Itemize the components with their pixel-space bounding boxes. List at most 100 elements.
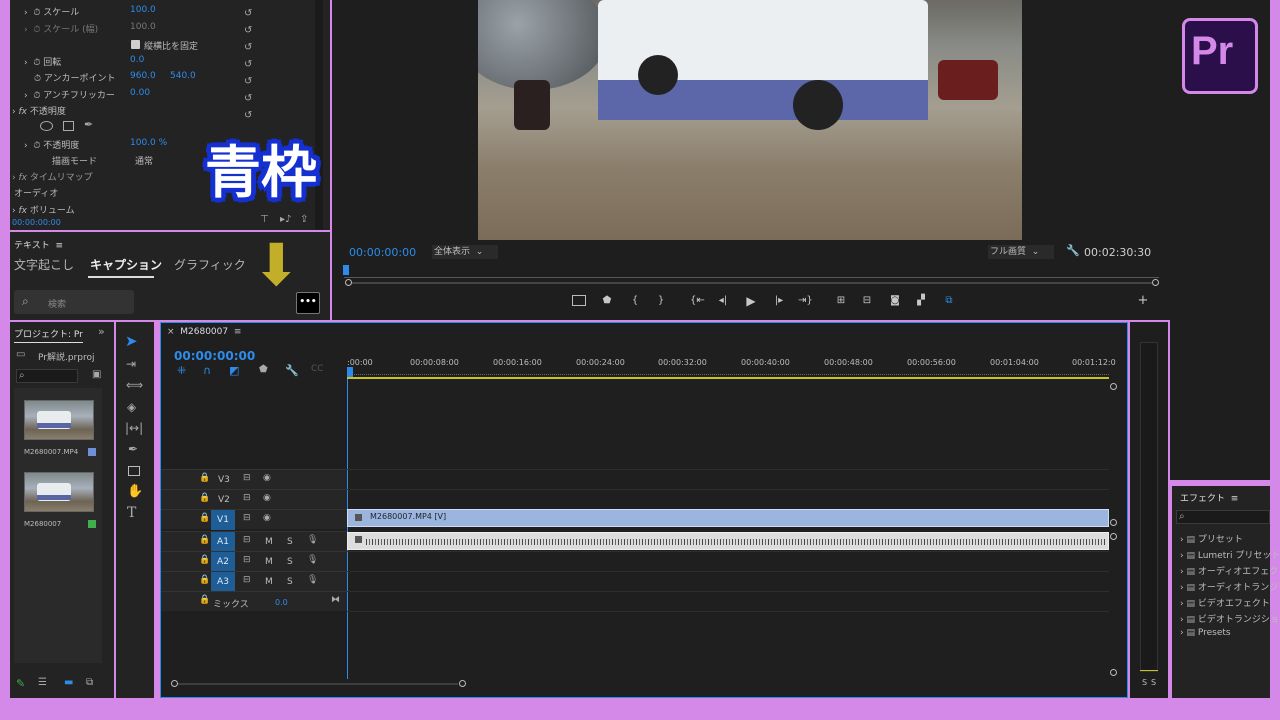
track-label[interactable]: V1: [211, 510, 235, 530]
video-clip[interactable]: M2680007.MP4 [V]: [347, 509, 1109, 527]
captions-icon[interactable]: CC: [311, 365, 324, 374]
project-search-input[interactable]: ⌕: [16, 369, 78, 383]
play-audio-icon[interactable]: ▸♪: [280, 215, 291, 225]
tab-captions[interactable]: キャプション: [90, 256, 162, 273]
sync-lock-icon[interactable]: ⊟: [243, 536, 251, 545]
track-label[interactable]: A1: [211, 532, 235, 552]
audio-clip[interactable]: [347, 532, 1109, 550]
rectangle-mask-icon[interactable]: [63, 121, 74, 131]
mark-in-icon[interactable]: {: [628, 294, 642, 308]
hscroll-handle-right[interactable]: [459, 680, 466, 687]
mute-button[interactable]: M: [265, 537, 273, 547]
track-header-v2[interactable]: 🔒 V2 ⊟ ◉: [161, 489, 347, 509]
filter-icon[interactable]: ⊤: [260, 215, 269, 225]
sync-lock-icon[interactable]: ⊟: [243, 514, 251, 523]
clip-thumbnail[interactable]: [24, 400, 94, 440]
solo-button[interactable]: S: [287, 537, 293, 547]
playhead[interactable]: [343, 265, 349, 275]
vscroll-handle[interactable]: [1110, 533, 1117, 540]
new-bin-icon[interactable]: ▣: [92, 370, 101, 380]
opacity-value[interactable]: 100.0 %: [130, 138, 167, 148]
panel-expand-icon[interactable]: »: [98, 326, 105, 337]
lock-icon[interactable]: 🔒: [199, 494, 210, 503]
freeform-view-icon[interactable]: ⧉: [86, 678, 93, 688]
hand-tool-icon[interactable]: ✋: [127, 485, 143, 498]
step-forward-icon[interactable]: |▸: [772, 294, 786, 308]
mix-value[interactable]: 0.0: [275, 598, 288, 607]
ellipse-mask-icon[interactable]: [40, 121, 53, 131]
sync-lock-icon[interactable]: ⊟: [243, 474, 251, 483]
mute-button[interactable]: M: [265, 557, 273, 567]
vr-video-icon[interactable]: ⧉: [942, 294, 956, 308]
sequence-thumbnail[interactable]: [24, 472, 94, 512]
effects-search-input[interactable]: ⌕: [1176, 510, 1270, 524]
razor-tool-icon[interactable]: ◈: [127, 401, 136, 413]
mute-button[interactable]: M: [265, 577, 273, 587]
effects-item[interactable]: › ▤ オーディオエフェクト: [1180, 564, 1280, 577]
solo-left[interactable]: S: [1142, 678, 1147, 687]
go-to-in-icon[interactable]: {⇤: [690, 294, 705, 308]
play-icon[interactable]: ▶: [744, 294, 758, 308]
add-marker-icon[interactable]: ⬟: [600, 294, 614, 308]
track-label[interactable]: A3: [211, 572, 235, 592]
mix-arrow-icon[interactable]: ⧓: [331, 596, 340, 605]
selection-tool-icon[interactable]: ➤: [125, 334, 138, 349]
rotation-value[interactable]: 0.0: [130, 55, 144, 65]
icon-view-icon[interactable]: ▬: [64, 678, 73, 688]
vscroll-handle[interactable]: [1110, 519, 1117, 526]
effects-item[interactable]: › ▤ Lumetri プリセット: [1180, 548, 1280, 561]
antiflicker-value[interactable]: 0.00: [130, 88, 150, 98]
zoom-handle-right[interactable]: [1152, 279, 1159, 286]
vscroll-handle[interactable]: [1110, 669, 1117, 676]
camera-icon[interactable]: ◙: [888, 294, 902, 308]
mark-out-icon[interactable]: }: [654, 294, 668, 308]
ripple-edit-tool-icon[interactable]: ⟺: [126, 379, 143, 391]
program-ruler[interactable]: [344, 266, 1159, 278]
zoom-handle-left[interactable]: [345, 279, 352, 286]
project-title[interactable]: プロジェクト: Pr: [14, 327, 83, 343]
track-header-a2[interactable]: 🔒 A2 ⊟ M S 🎙: [161, 551, 347, 572]
microphone-icon[interactable]: 🎙: [307, 576, 318, 585]
add-button-icon[interactable]: +: [1136, 294, 1150, 308]
track-header-v1[interactable]: 🔒 V1 ⊟ ◉: [161, 509, 347, 530]
track-header-a3[interactable]: 🔒 A3 ⊟ M S 🎙: [161, 571, 347, 592]
effects-item[interactable]: › ▤ Presets: [1180, 628, 1231, 638]
type-tool-icon[interactable]: T: [127, 506, 136, 520]
eye-icon[interactable]: ◉: [263, 514, 271, 523]
pen-tool-icon[interactable]: ✒: [128, 443, 138, 455]
pen-mask-icon[interactable]: ✒: [84, 119, 93, 130]
rectangle-tool-icon[interactable]: [128, 466, 140, 476]
eye-icon[interactable]: ◉: [263, 494, 271, 503]
wrench-icon[interactable]: 🔧: [1066, 245, 1080, 256]
scale-value[interactable]: 100.0: [130, 5, 156, 15]
track-select-tool-icon[interactable]: ⇥: [126, 358, 136, 370]
list-view-icon[interactable]: ☰: [38, 678, 47, 688]
timeline-playhead[interactable]: [347, 367, 353, 377]
linked-selection-icon[interactable]: ◩: [229, 365, 239, 376]
track-header-v3[interactable]: 🔒 V3 ⊟ ◉: [161, 469, 347, 489]
lock-icon[interactable]: 🔒: [199, 514, 210, 523]
lift-icon[interactable]: ⊞: [834, 294, 848, 308]
effects-item[interactable]: › ▤ ビデオトランジション: [1180, 612, 1280, 625]
anchor-x-value[interactable]: 960.0: [130, 71, 156, 81]
go-to-out-icon[interactable]: ⇥}: [798, 294, 813, 308]
program-timecode[interactable]: 00:00:00:00: [349, 246, 416, 259]
eye-icon[interactable]: ◉: [263, 474, 271, 483]
marker-icon[interactable]: ⬟: [259, 365, 268, 375]
tab-transcript[interactable]: 文字起こし: [14, 256, 74, 273]
lock-icon[interactable]: 🔒: [199, 596, 210, 605]
microphone-icon[interactable]: 🎙: [307, 536, 318, 545]
snap-icon[interactable]: ∩: [203, 365, 211, 376]
hscroll-bar[interactable]: [178, 683, 458, 685]
work-area-bar[interactable]: [347, 377, 1109, 379]
safe-margins-icon[interactable]: [572, 295, 586, 306]
export-icon[interactable]: ⇪: [300, 215, 308, 225]
track-label[interactable]: V2: [218, 495, 230, 505]
track-header-a1[interactable]: 🔒 A1 ⊟ M S 🎙: [161, 531, 347, 552]
comparison-view-icon[interactable]: ▞: [914, 294, 928, 308]
reset-icons[interactable]: ↺ ↺ ↺ ↺ ↺ ↺ ↺: [244, 5, 252, 124]
solo-right[interactable]: S: [1151, 678, 1156, 687]
lock-icon[interactable]: 🔒: [199, 556, 210, 565]
lock-icon[interactable]: 🔒: [199, 474, 210, 483]
track-label[interactable]: V3: [218, 475, 230, 485]
